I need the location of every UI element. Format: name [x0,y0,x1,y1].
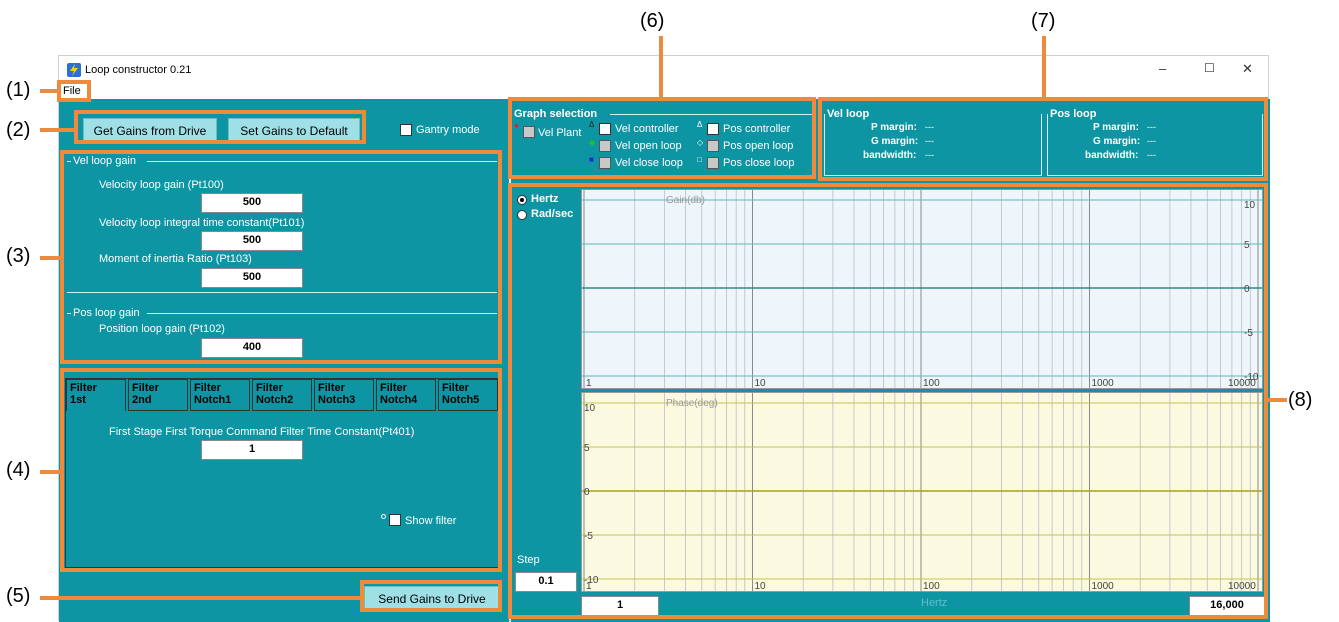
leader-line-3 [40,256,61,260]
close-icon[interactable]: ✕ [1242,61,1253,77]
annotation-box-1 [57,80,91,102]
leader-line-7 [1042,36,1046,98]
callout-7: (7) [1031,10,1056,32]
annotation-box-2 [74,110,366,144]
gantry-checkbox[interactable] [400,124,412,136]
callout-8: (8) [1288,389,1313,411]
annotation-box-5 [360,580,502,612]
callout-1: (1) [6,79,31,101]
annotation-box-3 [60,150,502,364]
annotation-box-4 [60,368,502,572]
callout-5: (5) [6,585,31,607]
window-title: Loop constructor 0.21 [85,64,192,76]
maximize-icon[interactable]: ☐ [1204,61,1215,75]
leader-line-6 [659,36,663,98]
leader-line-2 [40,128,75,132]
leader-line-5 [40,596,361,600]
gantry-label: Gantry mode [416,124,480,136]
minimize-icon[interactable]: – [1159,61,1166,76]
app-logo-icon [67,63,81,77]
annotation-box-7 [818,97,1268,181]
callout-2: (2) [6,119,31,141]
callout-6: (6) [640,10,665,32]
callout-4: (4) [6,459,31,481]
callout-3: (3) [6,245,31,267]
annotation-box-6 [508,97,816,179]
leader-line-1 [40,89,58,93]
leader-line-8 [1267,398,1287,402]
leader-line-4 [40,470,61,474]
annotation-box-8 [508,183,1268,619]
